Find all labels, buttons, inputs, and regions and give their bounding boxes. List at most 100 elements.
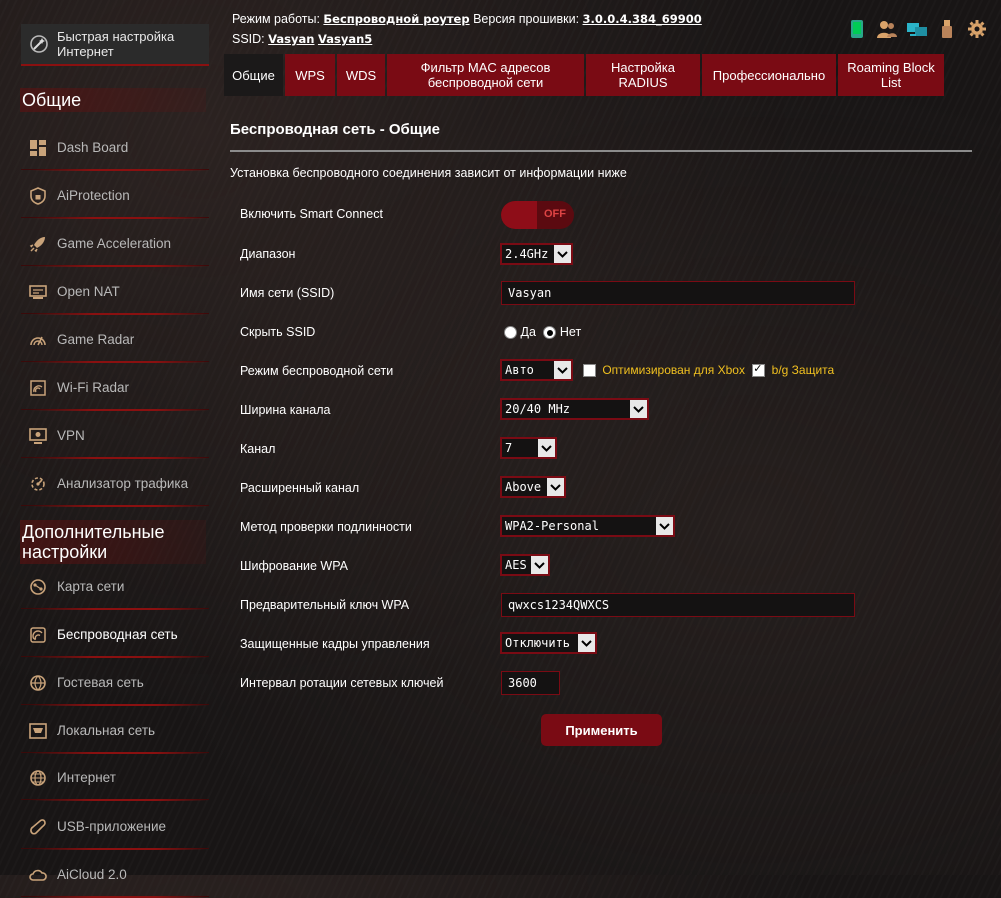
- nav-item-game-radar[interactable]: Game Radar: [21, 318, 209, 363]
- band-label: Диапазон: [240, 247, 296, 261]
- nav-label: Анализатор трафика: [57, 476, 189, 491]
- network-status-icon[interactable]: [905, 18, 929, 40]
- wireless-icon: [27, 624, 49, 646]
- gear-icon[interactable]: [965, 18, 989, 40]
- nav-item-aiprotection[interactable]: AiProtection: [21, 174, 209, 219]
- channel-label: Канал: [240, 442, 276, 456]
- hide-ssid-radios: Да Нет: [504, 325, 581, 340]
- sidebar: Быстрая настройка Интернет Общие Dash Bo…: [0, 0, 212, 898]
- rocket-icon: [27, 233, 49, 255]
- globe-icon: [27, 767, 49, 789]
- nav-item-wifi-radar[interactable]: Wi-Fi Radar: [21, 366, 209, 411]
- magic-wand-icon: [29, 33, 49, 55]
- quick-setup-label: Быстрая настройка Интернет: [57, 29, 175, 59]
- toggle-state: OFF: [544, 208, 566, 220]
- wpa-key-input[interactable]: qwxcs1234QWXCS: [501, 593, 855, 617]
- auth-method-select[interactable]: WPA2-Personal: [500, 515, 675, 537]
- clients-icon[interactable]: [875, 18, 899, 40]
- traffic-analyzer-icon: [27, 473, 49, 495]
- wireless-mode-select[interactable]: Авто: [500, 359, 573, 381]
- smart-connect-toggle[interactable]: OFF: [501, 201, 574, 229]
- wpa-encryption-label: Шифрование WPA: [240, 559, 348, 573]
- nav-item-traffic-analyzer[interactable]: Анализатор трафика: [21, 462, 209, 507]
- firmware-label: Версия прошивки:: [473, 12, 580, 26]
- nav-item-usb-app[interactable]: USB-приложение: [21, 805, 209, 850]
- wpa-encryption-select[interactable]: AES: [500, 554, 550, 576]
- channel-width-select[interactable]: 20/40 MHz: [500, 398, 649, 420]
- chevron-down-icon: [578, 634, 595, 652]
- ext-channel-label: Расширенный канал: [240, 481, 360, 495]
- hide-ssid-yes-radio[interactable]: [504, 326, 517, 340]
- nav-label: Карта сети: [57, 579, 125, 594]
- nav-item-internet[interactable]: Интернет: [21, 756, 209, 801]
- dashboard-icon: [27, 137, 49, 159]
- nav-label: Game Acceleration: [57, 236, 172, 251]
- chevron-down-icon: [531, 556, 548, 574]
- nav-item-network-map[interactable]: Карта сети: [21, 565, 209, 610]
- tab-roaming-block-list[interactable]: Roaming Block List: [838, 54, 944, 96]
- tab-mac-filter[interactable]: Фильтр MAC адресов беспроводной сети: [387, 54, 584, 96]
- hide-ssid-no-radio[interactable]: [543, 326, 557, 340]
- nav-item-dashboard[interactable]: Dash Board: [21, 126, 209, 171]
- tab-wps[interactable]: WPS: [285, 54, 335, 96]
- nav-item-lan[interactable]: Локальная сеть: [21, 709, 209, 754]
- band-select[interactable]: 2.4GHz: [500, 243, 573, 265]
- open-nat-icon: [27, 281, 49, 303]
- wireless-mode-label: Режим беспроводной сети: [240, 364, 394, 378]
- firmware-version-link[interactable]: 3.0.0.4.384_69900: [583, 12, 702, 26]
- tab-wds[interactable]: WDS: [337, 54, 385, 96]
- nav-item-aicloud[interactable]: AiCloud 2.0: [21, 853, 209, 898]
- ssid-link-2[interactable]: Vasyan5: [318, 32, 372, 46]
- page-title: Беспроводная сеть - Общие: [230, 121, 441, 138]
- rekey-interval-label: Интервал ротации сетевых ключей: [240, 676, 444, 690]
- guest-network-icon: [27, 672, 49, 694]
- xbox-checkbox[interactable]: [583, 364, 596, 378]
- nav-item-vpn[interactable]: VPN: [21, 414, 209, 459]
- auth-method-label: Метод проверки подлинности: [240, 520, 412, 534]
- operation-mode-link[interactable]: Беспроводной роутер: [323, 12, 469, 26]
- vpn-icon: [27, 425, 49, 447]
- operation-mode-label: Режим работы:: [232, 12, 320, 26]
- chevron-down-icon: [554, 361, 571, 379]
- quick-setup-button[interactable]: Быстрая настройка Интернет: [21, 24, 209, 66]
- shield-icon: [27, 185, 49, 207]
- wpa-encryption-value: AES: [505, 558, 527, 572]
- title-divider: [230, 150, 972, 152]
- ssid-header-label: SSID:: [232, 32, 265, 46]
- smart-connect-label: Включить Smart Connect: [240, 207, 383, 221]
- operation-mode-line: Режим работы: Беспроводной роутер Версия…: [232, 12, 702, 26]
- apply-button[interactable]: Применить: [541, 714, 662, 746]
- nav-item-open-nat[interactable]: Open NAT: [21, 270, 209, 315]
- channel-width-value: 20/40 MHz: [505, 402, 571, 416]
- nav-label: AiProtection: [57, 188, 130, 203]
- channel-width-label: Ширина канала: [240, 403, 331, 417]
- bg-protection-label: b/g Защита: [771, 363, 835, 377]
- usb-icon[interactable]: [935, 18, 959, 40]
- ssid-input[interactable]: Vasyan: [501, 281, 855, 305]
- wifi-radar-icon: [27, 377, 49, 399]
- wireless-tabs: Общие WPS WDS Фильтр MAC адресов беспров…: [224, 54, 944, 96]
- nav-item-wireless[interactable]: Беспроводная сеть: [21, 613, 209, 658]
- ext-channel-select[interactable]: Above: [500, 476, 566, 498]
- tab-general[interactable]: Общие: [224, 54, 283, 96]
- hide-ssid-label: Скрыть SSID: [240, 325, 316, 339]
- channel-select[interactable]: 7: [500, 437, 557, 459]
- pmf-select[interactable]: Отключить: [500, 632, 597, 654]
- tab-professional[interactable]: Профессионально: [702, 54, 836, 96]
- tab-radius[interactable]: Настройка RADIUS: [586, 54, 700, 96]
- wireless-mode-value: Авто: [505, 363, 534, 377]
- hide-ssid-yes-label: Да: [520, 325, 536, 339]
- bg-protection-checkbox[interactable]: [752, 362, 766, 378]
- app-icon[interactable]: [845, 18, 869, 40]
- nav-item-game-acceleration[interactable]: Game Acceleration: [21, 222, 209, 267]
- pmf-label: Защищенные кадры управления: [240, 637, 430, 651]
- ssid-link-1[interactable]: Vasyan: [268, 32, 314, 46]
- ssid-label: Имя сети (SSID): [240, 286, 335, 300]
- chevron-down-icon: [538, 439, 555, 457]
- ssid-line: SSID: Vasyan Vasyan5: [232, 32, 372, 46]
- chevron-down-icon: [547, 478, 564, 496]
- rekey-interval-input[interactable]: 3600: [501, 671, 560, 695]
- usb-app-icon: [27, 816, 49, 838]
- nav-item-guest-network[interactable]: Гостевая сеть: [21, 661, 209, 706]
- chevron-down-icon: [656, 517, 673, 535]
